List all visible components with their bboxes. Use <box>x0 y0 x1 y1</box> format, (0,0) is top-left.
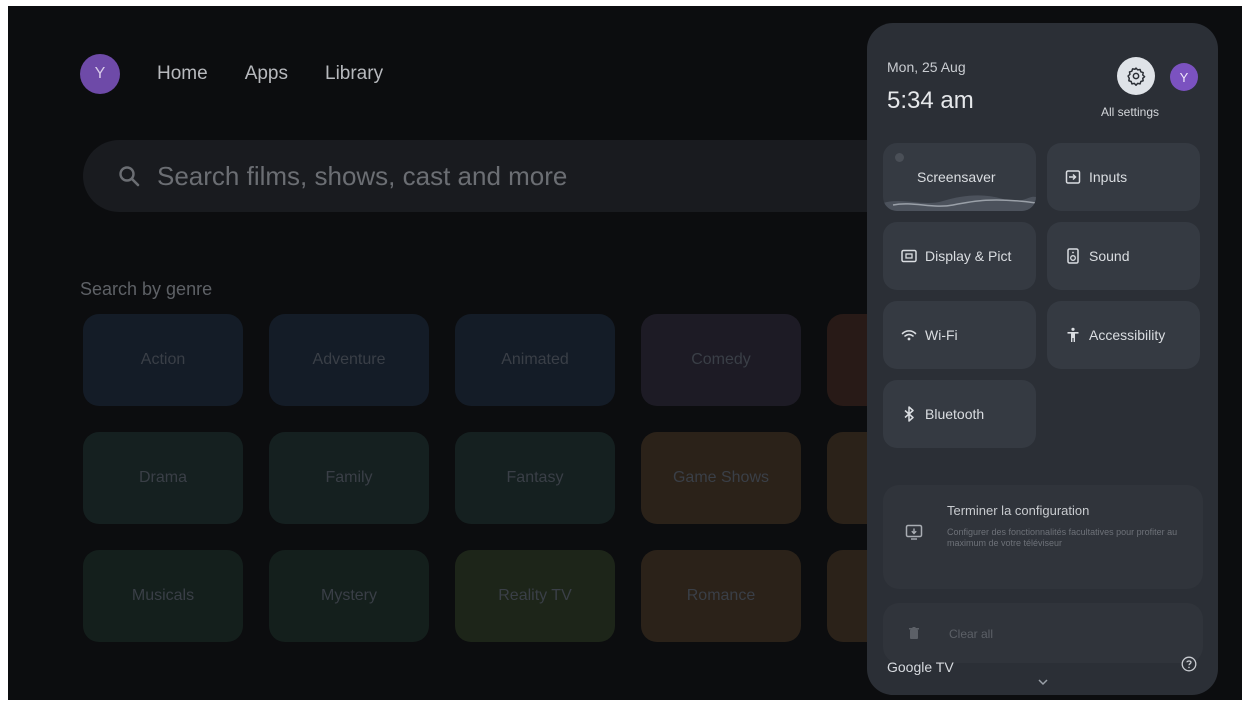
genre-tile[interactable]: Musicals <box>83 550 243 642</box>
screensaver-preview <box>883 195 1036 211</box>
inputs-icon <box>1065 170 1081 184</box>
genre-tile[interactable]: Game Shows <box>641 432 801 524</box>
panel-date: Mon, 25 Aug <box>887 59 966 75</box>
display-tile[interactable]: Display & Pict <box>883 222 1036 290</box>
notification-title: Terminer la configuration <box>947 503 1090 518</box>
nav-home[interactable]: Home <box>157 63 208 85</box>
chevron-down-icon[interactable] <box>1038 678 1048 686</box>
gear-icon <box>1127 67 1146 86</box>
trash-icon <box>909 627 919 639</box>
bluetooth-tile[interactable]: Bluetooth <box>883 380 1036 448</box>
sound-tile[interactable]: Sound <box>1047 222 1200 290</box>
speaker-icon <box>1067 248 1079 264</box>
wifi-label: Wi-Fi <box>925 327 958 343</box>
accessibility-tile[interactable]: Accessibility <box>1047 301 1200 369</box>
bluetooth-icon <box>904 406 914 422</box>
google-tv-label: Google TV <box>887 659 954 675</box>
inputs-tile[interactable]: Inputs <box>1047 143 1200 211</box>
genre-tile[interactable]: Animated <box>455 314 615 406</box>
genre-tile[interactable]: Romance <box>641 550 801 642</box>
top-nav: Y Home Apps Library <box>80 54 383 94</box>
genre-tile[interactable]: Reality TV <box>455 550 615 642</box>
notification-body: Configurer des fonctionnalités facultati… <box>947 527 1178 548</box>
search-icon <box>119 166 140 187</box>
clear-all-button[interactable]: Clear all <box>883 603 1203 663</box>
inputs-label: Inputs <box>1089 169 1128 185</box>
nav-apps[interactable]: Apps <box>245 63 288 85</box>
genre-section-title: Search by genre <box>80 279 213 299</box>
search-placeholder: Search films, shows, cast and more <box>157 160 568 191</box>
profile-avatar[interactable]: Y <box>80 54 120 94</box>
accessibility-label: Accessibility <box>1089 327 1166 343</box>
wifi-tile[interactable]: Wi-Fi <box>883 301 1036 369</box>
genre-tile[interactable]: Mystery <box>269 550 429 642</box>
wifi-icon <box>901 330 917 341</box>
panel-time: 5:34 am <box>887 87 974 114</box>
genre-tile[interactable]: Comedy <box>641 314 801 406</box>
bluetooth-label: Bluetooth <box>925 406 985 422</box>
all-settings-label: All settings <box>1101 105 1160 119</box>
panel-profile-avatar[interactable]: Y <box>1170 63 1198 91</box>
accessibility-icon <box>1067 327 1079 342</box>
screensaver-tile[interactable]: Screensaver <box>883 143 1036 211</box>
all-settings-button[interactable] <box>1117 57 1155 95</box>
screensaver-dot <box>895 153 904 162</box>
display-icon <box>901 249 917 263</box>
genre-tile[interactable]: Drama <box>83 432 243 524</box>
setup-notification[interactable]: Terminer la configuration Configurer des… <box>883 485 1203 589</box>
help-icon[interactable] <box>1181 656 1197 672</box>
cast-icon <box>905 524 923 540</box>
nav-library[interactable]: Library <box>325 63 383 85</box>
genre-tile[interactable]: Adventure <box>269 314 429 406</box>
clear-all-label: Clear all <box>949 627 994 641</box>
quick-settings-panel: Mon, 25 Aug 5:34 am Y All settings Scree… <box>867 23 1218 695</box>
display-label: Display & Pict <box>925 248 1012 264</box>
sound-label: Sound <box>1089 248 1130 264</box>
genre-tile[interactable]: Fantasy <box>455 432 615 524</box>
genre-tile[interactable]: Family <box>269 432 429 524</box>
tv-screen: Y Home Apps Library Search films, shows,… <box>8 6 1242 700</box>
genre-tile[interactable]: Action <box>83 314 243 406</box>
